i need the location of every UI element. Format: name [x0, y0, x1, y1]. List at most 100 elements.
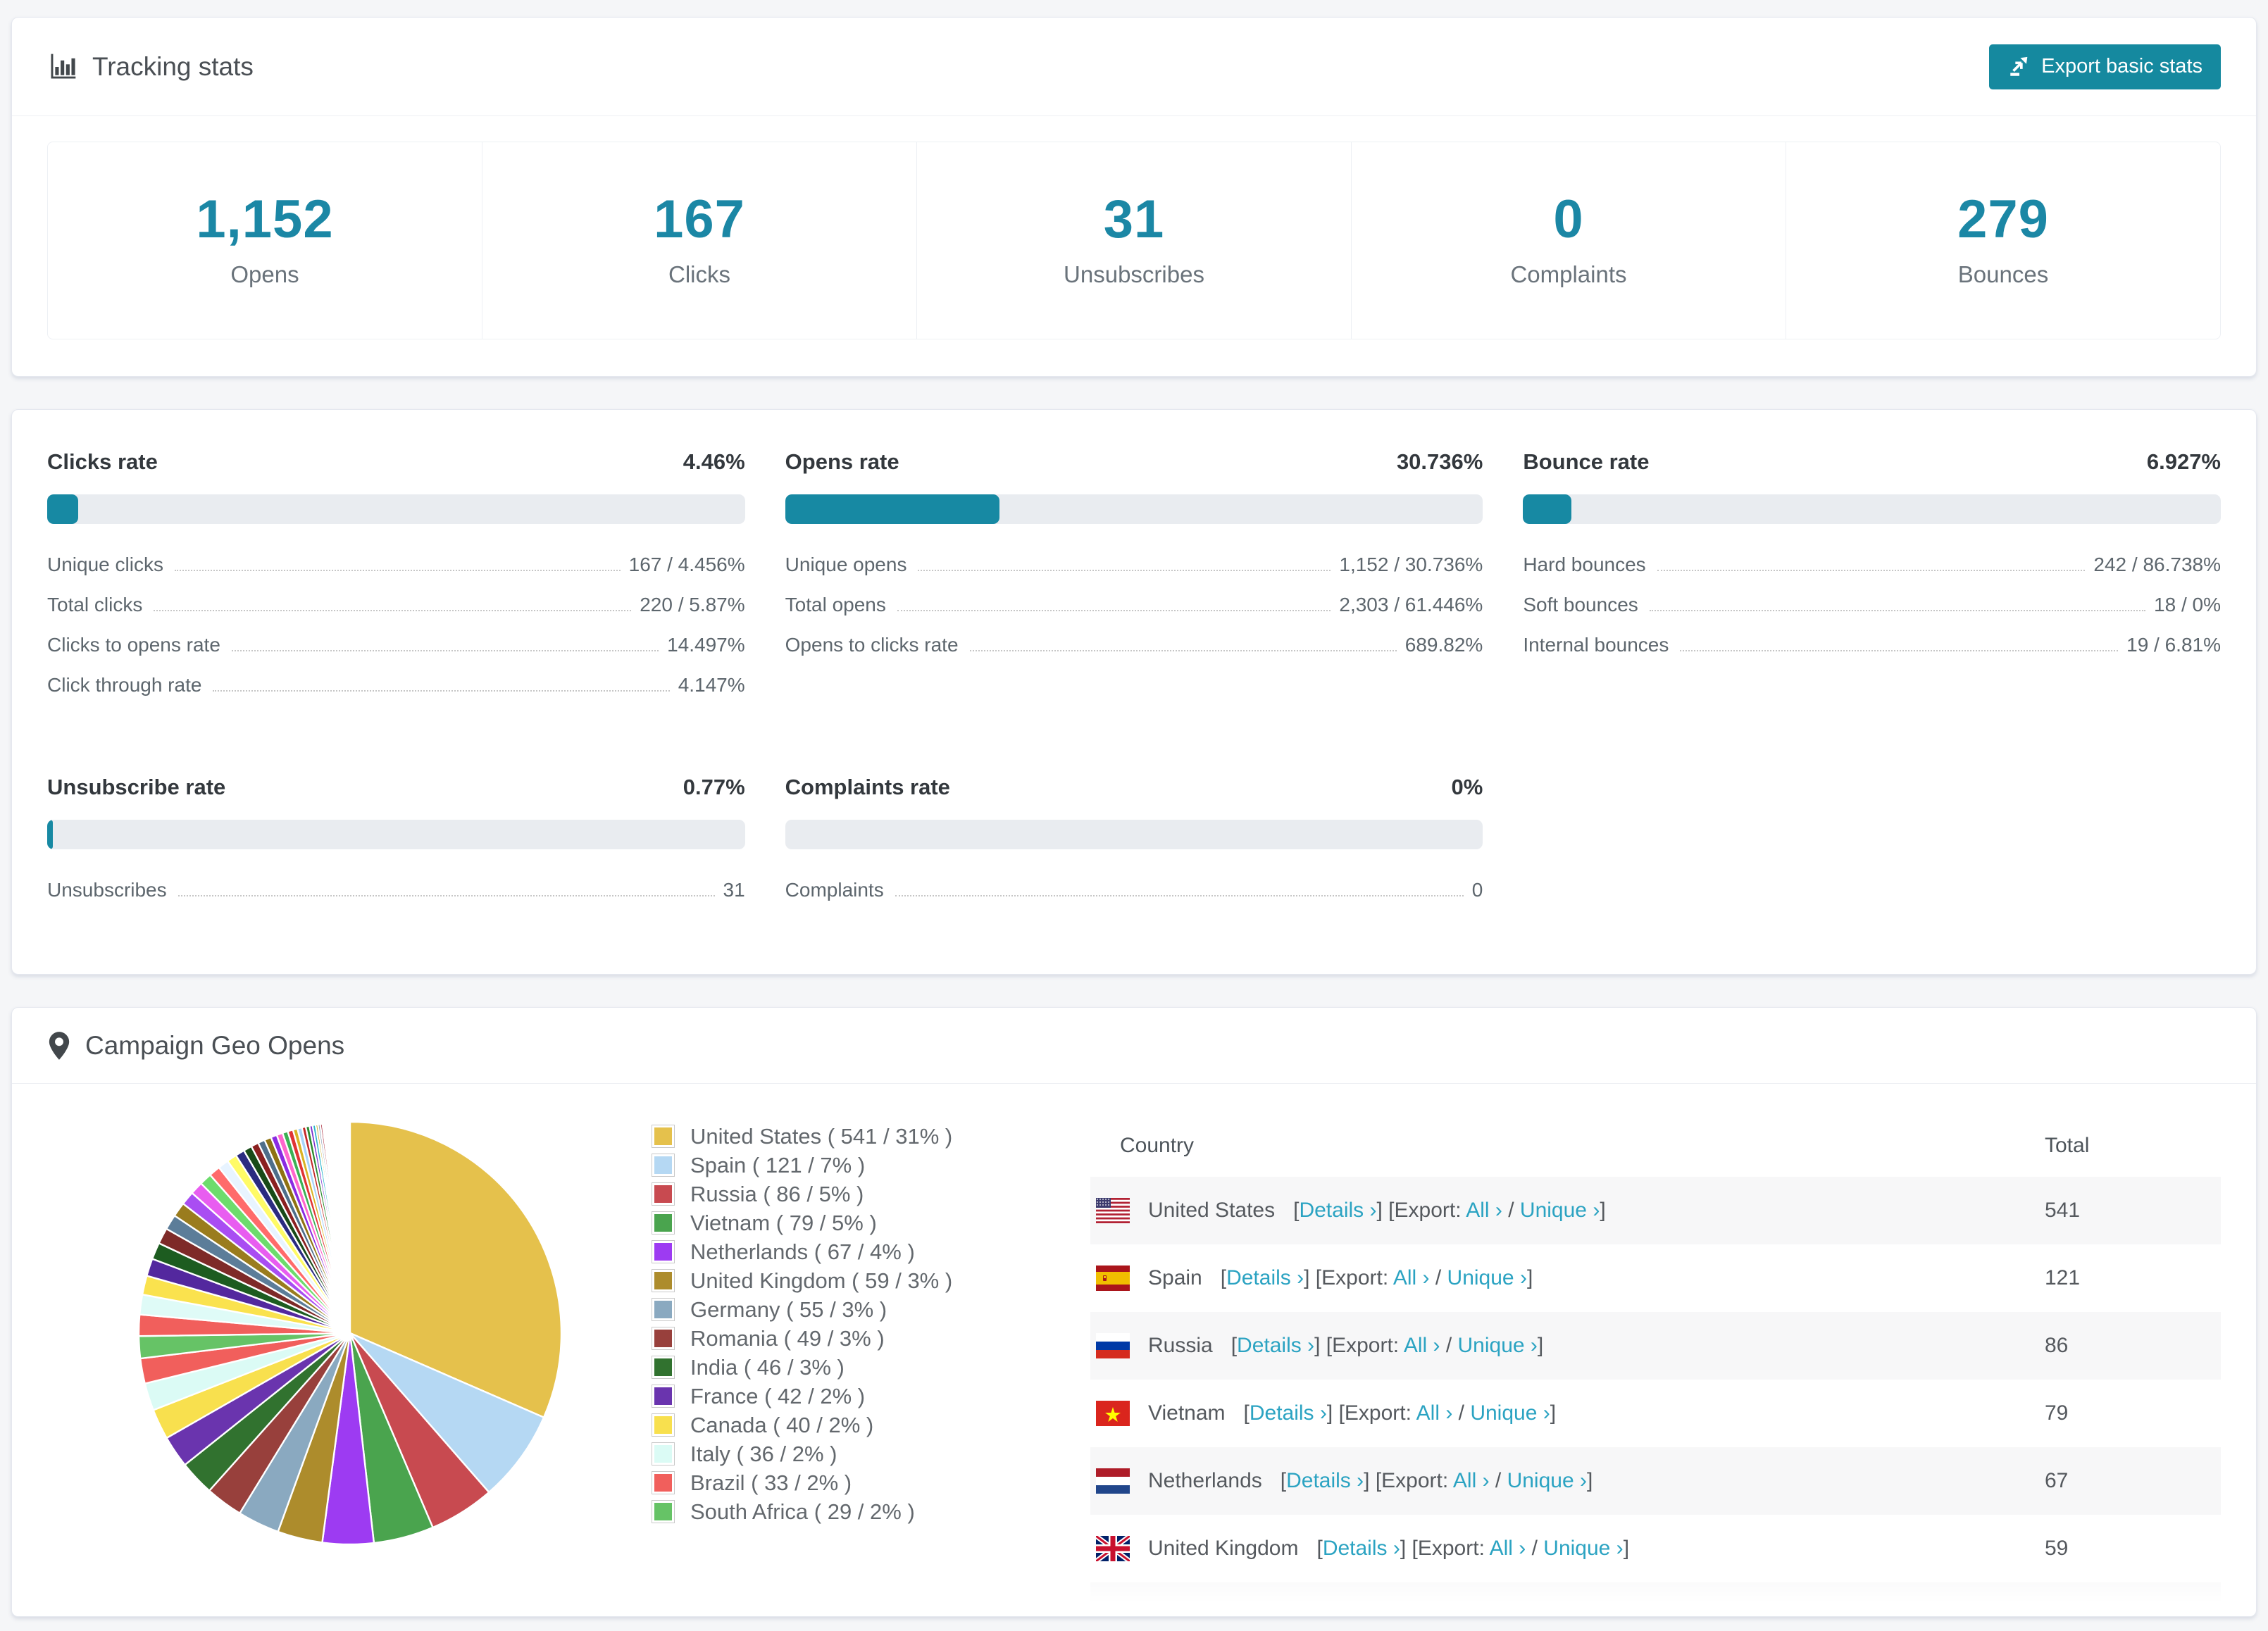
summary-tile-value: 31 — [1103, 189, 1165, 249]
legend-item-russia[interactable]: Russia ( 86 / 5% ) — [652, 1180, 1035, 1208]
export-all-link-gb[interactable]: All › — [1490, 1537, 1526, 1560]
rate-detail-value: 18 / 0% — [2154, 594, 2221, 615]
country-column-header: Country — [1120, 1134, 1195, 1157]
rate-value: 30.736% — [1396, 449, 1483, 474]
dotted-leader — [231, 650, 659, 651]
legend-item-germany[interactable]: Germany ( 55 / 3% ) — [652, 1295, 1035, 1324]
details-link-nl[interactable]: Details › — [1286, 1469, 1364, 1492]
legend-label: Spain ( 121 / 7% ) — [690, 1152, 866, 1177]
page-title: Tracking stats — [92, 51, 254, 81]
export-unique-link-es[interactable]: Unique › — [1447, 1266, 1527, 1289]
export-all-link-ru[interactable]: All › — [1404, 1334, 1440, 1357]
country-cell: Russia [Details ›] [Export: All › / Uniq… — [1090, 1333, 2045, 1358]
legend-swatch — [652, 1385, 675, 1408]
total-cell: 86 — [2045, 1334, 2069, 1357]
rate-detail-rows: Hard bounces 242 / 86.738% Soft bounces 18 … — [1523, 554, 2221, 674]
flag-gb-icon — [1096, 1536, 1130, 1561]
summary-tile-label: Opens — [230, 261, 299, 287]
tracking-stats-title: Tracking stats — [47, 51, 254, 82]
summary-tile-value: 167 — [654, 189, 745, 249]
details-link-de[interactable]: Details › — [1259, 1604, 1337, 1616]
export-all-link-es[interactable]: All › — [1393, 1266, 1430, 1289]
map-pin-icon — [49, 1031, 70, 1060]
rate-progress-track — [1523, 494, 2221, 524]
details-link-ru[interactable]: Details › — [1237, 1334, 1314, 1357]
country-cell: Germany [Details ›] [Export: All › / Uni… — [1090, 1604, 2045, 1616]
legend-item-vietnam[interactable]: Vietnam ( 79 / 5% ) — [652, 1208, 1035, 1237]
total-cell: 541 — [2045, 1199, 2081, 1222]
export-unique-link-ru[interactable]: Unique › — [1458, 1334, 1538, 1357]
legend-label: Germany ( 55 / 3% ) — [690, 1296, 887, 1322]
rate-detail-row: Click through rate 4.147% — [47, 674, 745, 714]
country-links: [Details ›] [Export: All › / Unique ›] — [1230, 1334, 1544, 1357]
legend-label: Netherlands ( 67 / 4% ) — [690, 1239, 915, 1264]
rates-grid: Clicks rate 4.46% Unique clicks 167 / 4.456… — [47, 449, 2221, 919]
export-unique-link-us[interactable]: Unique › — [1520, 1199, 1600, 1222]
legend-item-netherlands[interactable]: Netherlands ( 67 / 4% ) — [652, 1237, 1035, 1266]
total-cell: 67 — [2045, 1469, 2069, 1492]
legend-item-india[interactable]: India ( 46 / 3% ) — [652, 1353, 1035, 1382]
country-name: Russia — [1148, 1334, 1213, 1357]
country-links: [Details ›] [Export: All › / Unique ›] — [1220, 1266, 1533, 1289]
country-cell: Netherlands [Details ›] [Export: All › /… — [1090, 1468, 2045, 1494]
rate-detail-label: Unique opens — [785, 554, 907, 575]
export-basic-stats-button[interactable]: Export basic stats — [1989, 44, 2221, 89]
rate-detail-row: Total clicks 220 / 5.87% — [47, 594, 745, 634]
details-link-vn[interactable]: Details › — [1250, 1401, 1327, 1425]
country-name: Spain — [1148, 1266, 1202, 1289]
rate-detail-row: Unique opens 1,152 / 30.736% — [785, 554, 1483, 594]
rate-block: Complaints rate 0% Complaints 0 — [785, 775, 1483, 919]
details-link-gb[interactable]: Details › — [1323, 1537, 1400, 1560]
export-unique-link-de[interactable]: Unique › — [1480, 1604, 1559, 1616]
legend-item-italy[interactable]: Italy ( 36 / 2% ) — [652, 1439, 1035, 1468]
rate-detail-value: 242 / 86.738% — [2093, 554, 2221, 575]
summary-tile: 31 Unsubscribes — [916, 142, 1351, 339]
table-row-de: Germany [Details ›] [Export: All › / Uni… — [1090, 1582, 2221, 1616]
legend-swatch — [652, 1327, 675, 1350]
summary-tile-value: 1,152 — [196, 189, 334, 249]
summary-tile-value: 0 — [1553, 189, 1584, 249]
table-row-vn: Vietnam [Details ›] [Export: All › / Uni… — [1090, 1380, 2221, 1447]
legend-swatch — [652, 1182, 675, 1206]
rate-head: Bounce rate 6.927% — [1523, 449, 2221, 475]
rate-progress-track — [47, 494, 745, 524]
dotted-leader — [1680, 650, 2119, 651]
legend-item-united-states[interactable]: United States ( 541 / 31% ) — [652, 1122, 1035, 1151]
country-links: [Details ›] [Export: All › / Unique ›] — [1293, 1199, 1606, 1222]
geo-header: Campaign Geo Opens — [12, 1008, 2256, 1084]
legend-item-spain[interactable]: Spain ( 121 / 7% ) — [652, 1151, 1035, 1180]
details-link-us[interactable]: Details › — [1299, 1199, 1376, 1222]
country-links: [Details ›] [Export: All › / Unique ›] — [1316, 1537, 1630, 1560]
rate-detail-label: Complaints — [785, 879, 884, 901]
export-all-link-us[interactable]: All › — [1466, 1199, 1502, 1222]
legend-item-brazil[interactable]: Brazil ( 33 / 2% ) — [652, 1468, 1035, 1497]
export-all-link-nl[interactable]: All › — [1453, 1469, 1490, 1492]
table-row-us: United States [Details ›] [Export: All ›… — [1090, 1177, 2221, 1244]
export-unique-link-vn[interactable]: Unique › — [1470, 1401, 1550, 1425]
rate-head: Clicks rate 4.46% — [47, 449, 745, 475]
legend-label: United States ( 541 / 31% ) — [690, 1123, 953, 1149]
geo-pie-chart[interactable] — [132, 1115, 568, 1616]
rate-title: Clicks rate — [47, 449, 158, 474]
export-unique-link-gb[interactable]: Unique › — [1543, 1537, 1623, 1560]
details-link-es[interactable]: Details › — [1226, 1266, 1304, 1289]
rate-detail-rows: Unique clicks 167 / 4.456% Total clicks 220… — [47, 554, 745, 714]
legend-item-romania[interactable]: Romania ( 49 / 3% ) — [652, 1324, 1035, 1353]
rate-detail-rows: Unsubscribes 31 — [47, 879, 745, 919]
legend-swatch — [652, 1471, 675, 1494]
rate-value: 0% — [1451, 775, 1483, 799]
export-unique-link-nl[interactable]: Unique › — [1507, 1469, 1587, 1492]
export-all-link-vn[interactable]: All › — [1416, 1401, 1453, 1425]
legend-item-canada[interactable]: Canada ( 40 / 2% ) — [652, 1411, 1035, 1439]
country-links: [Details ›] [Export: All › / Unique ›] — [1253, 1604, 1566, 1616]
rate-detail-label: Unsubscribes — [47, 879, 167, 901]
legend-item-france[interactable]: France ( 42 / 2% ) — [652, 1382, 1035, 1411]
flag-es-icon — [1096, 1266, 1130, 1291]
legend-item-south-africa[interactable]: South Africa ( 29 / 2% ) — [652, 1497, 1035, 1526]
country-cell: United Kingdom [Details ›] [Export: All … — [1090, 1536, 2045, 1561]
export-all-link-de[interactable]: All › — [1426, 1604, 1463, 1616]
flag-us-icon — [1096, 1198, 1130, 1223]
legend-item-united-kingdom[interactable]: United Kingdom ( 59 / 3% ) — [652, 1266, 1035, 1295]
legend-swatch — [652, 1240, 675, 1263]
rate-detail-row: Unique clicks 167 / 4.456% — [47, 554, 745, 594]
